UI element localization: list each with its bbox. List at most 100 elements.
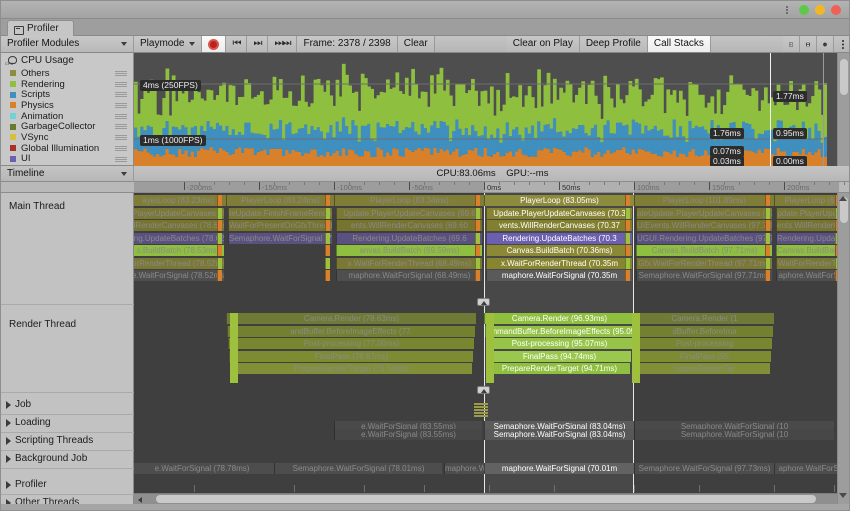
record-button[interactable] (202, 36, 227, 52)
main-thread-sample[interactable]: Canvas.BuildBatch (70.36ms) (486, 245, 632, 256)
main-thread-sample[interactable]: Rendering.UpdateBatches (70.3 (486, 232, 632, 244)
render-thread-sample[interactable]: ommandBuffer.BeforeImageEffects (95.09m (485, 325, 633, 337)
render-thread-sample[interactable]: Post-processing (636, 338, 772, 349)
main-thread-sample[interactable]: x.WaitForRenderThread (68.49ms) (336, 257, 482, 269)
chevron-right-icon[interactable] (6, 480, 11, 489)
tab-profiler[interactable]: Profiler (7, 20, 74, 36)
load-profile-button[interactable] (783, 36, 801, 52)
cpu-series-item-scripts[interactable]: Scripts (1, 89, 133, 100)
timeline-group-background-job[interactable]: Background Job (6, 453, 87, 464)
chevron-right-icon[interactable] (6, 454, 11, 463)
render-thread-sample[interactable]: FinalPass (95 (637, 350, 771, 362)
first-frame-button[interactable]: ⏮ (226, 36, 248, 52)
scroll-down-icon[interactable] (839, 493, 847, 498)
cpu-series-item-garbagecollector[interactable]: GarbageCollector (1, 121, 133, 132)
main-thread-sample[interactable]: Semaphore.WaitForSignal (77.84ms) (228, 232, 332, 244)
chevron-right-icon[interactable] (6, 436, 11, 445)
main-thread-sample[interactable]: llRenderCanvases (78.62m (134, 220, 224, 231)
render-thread-sample[interactable]: Post-processing (77.00ms) (228, 338, 474, 349)
job-sample-block[interactable] (474, 415, 488, 417)
main-thread-sample[interactable]: PlayerLoop (83.24ms) (226, 195, 334, 206)
drag-handle-icon[interactable] (115, 124, 127, 130)
main-thread-sample[interactable]: ents.WillRenderCanvases (69.60 (336, 220, 482, 231)
main-thread-sample[interactable]: ayerLoop (83.23ms) (134, 195, 226, 206)
drag-handle-icon[interactable] (115, 71, 127, 76)
main-thread-sample[interactable]: WaitForRenderTh (776, 257, 839, 269)
main-thread-sample[interactable]: Semaphore.WaitForSignal (97.71ms) (636, 270, 772, 281)
cpu-series-item-others[interactable]: Others (1, 68, 133, 79)
cpu-usage-chart[interactable]: 4ms (250FPS) 1ms (1000FPS) 1.76ms 0.07ms… (134, 53, 839, 166)
main-thread-sample[interactable]: s.BuildBatch (78.53ms) (134, 245, 224, 256)
loading-sample[interactable]: Semaphore.WaitForSignal (83.04ms) (484, 429, 634, 440)
render-thread-sample[interactable]: repareRenderTar (638, 363, 770, 374)
drag-handle-icon[interactable] (115, 81, 127, 87)
job-sample-block[interactable] (474, 403, 488, 405)
main-thread-sample[interactable]: teUpdate.FinishFrameRendering (80.2 (228, 207, 332, 219)
main-thread-sample[interactable]: UIEvents.WillRenderCanvases (97.73ms) (636, 220, 772, 231)
render-thread-sample[interactable]: Camera.Render (78.63ms) (226, 313, 476, 324)
timeline-horizontal-scrollbar[interactable] (134, 493, 839, 504)
chevron-right-icon[interactable] (6, 418, 11, 427)
main-thread-sample[interactable]: vents.WillRenderCanvases (70.37 (486, 220, 632, 231)
profiler-sample[interactable]: e.WaitForSignal (78.78ms) (134, 463, 274, 474)
job-sample-block[interactable] (474, 412, 488, 414)
main-thread-sample[interactable]: ents.WillRenderCa (776, 220, 839, 231)
drag-handle-icon[interactable] (115, 135, 127, 141)
clear-on-play-button[interactable]: Clear on Play (506, 36, 580, 52)
main-thread-sample[interactable]: PlayerLoop (101.89ms) (634, 195, 774, 206)
profiler-sample[interactable]: maphore.WaitForSignal (70.01m (484, 463, 634, 474)
timeline-group-job[interactable]: Job (6, 399, 31, 410)
timeline-view-dropdown[interactable]: Timeline (1, 165, 134, 182)
last-frame-button[interactable]: ⏭⏭ (268, 36, 298, 52)
main-thread-sample[interactable]: PlayerLoop (83.05ms) (484, 195, 634, 206)
timeline-group-scripting-threads[interactable]: Scripting Threads (6, 435, 93, 446)
timeline-resize-handle-main[interactable] (477, 298, 490, 306)
main-thread-sample[interactable]: Canvas.BuildBatch (776, 245, 839, 256)
main-thread-sample[interactable]: aphore.WaitForSi (776, 270, 839, 281)
main-thread-sample[interactable]: Update.PlayerUpdateCanvases (70.3 (486, 207, 632, 219)
next-frame-button[interactable]: ⏭ (247, 36, 269, 52)
job-sample-block[interactable] (474, 406, 488, 408)
render-thread-sample[interactable]: FinalPass (76.67ms) (229, 350, 473, 362)
cpu-series-item-physics[interactable]: Physics (1, 100, 133, 111)
window-menu-icon[interactable] (786, 6, 789, 15)
cpu-series-item-animation[interactable]: Animation (1, 111, 133, 122)
main-thread-sample[interactable]: PlayerUpdateCanvases (78.6 (134, 207, 224, 219)
cpu-series-item-ui[interactable]: UI (1, 153, 133, 164)
cpu-usage-header[interactable]: CPU Usage (1, 53, 133, 68)
timeline-group-loading[interactable]: Loading (6, 417, 51, 428)
timeline-resize-handle-render[interactable] (477, 386, 490, 394)
drag-handle-icon[interactable] (115, 145, 127, 151)
scroll-up-icon[interactable] (839, 196, 847, 201)
main-thread-sample[interactable]: WaitForPresentOnGfxThread (77.96 (228, 220, 332, 231)
timeline-canvas[interactable]: ayerLoop (83.23ms) PlayerUpdateCanvases (… (134, 193, 839, 504)
deep-profile-button[interactable]: Deep Profile (579, 36, 648, 52)
cpu-series-item-rendering[interactable]: Rendering (1, 79, 133, 90)
main-thread-sample[interactable]: maphore.WaitForSignal (70.35m (486, 270, 632, 281)
help-button[interactable]: i (817, 36, 835, 52)
timeline-vertical-scrollbar[interactable] (837, 193, 849, 504)
profiler-sample[interactable]: aphore.WaitForSi (774, 463, 839, 474)
chevron-right-icon[interactable] (6, 498, 11, 504)
timeline-group-profiler[interactable]: Profiler (6, 479, 47, 490)
render-thread-sample[interactable]: PrepareRenderTarget (94.71ms) (488, 363, 630, 374)
drag-handle-icon[interactable] (115, 113, 127, 119)
main-thread-sample[interactable]: Gfx.WaitForRenderThread (97.71ms) (636, 257, 772, 269)
job-sample-block[interactable] (474, 409, 488, 411)
main-thread-sample[interactable]: PlayerLoop (6 (774, 195, 839, 206)
clear-button[interactable]: Clear (397, 36, 435, 52)
drag-handle-icon[interactable] (115, 156, 127, 162)
render-thread-sample[interactable]: andBuffer.BeforeImageEffects (77. (227, 325, 475, 337)
main-thread-sample[interactable]: PlayerLoop (83.34ms) (334, 195, 484, 206)
render-thread-sample[interactable]: FinalPass (94.74ms) (487, 350, 631, 362)
render-thread-sample[interactable]: Camera.Render (96.93ms) (484, 313, 634, 324)
main-thread-sample[interactable]: Rendering.UpdateBatches (69.6 (336, 232, 482, 244)
main-thread-sample[interactable]: ateUpdate.PlayerUpdateCanvases (97.73m (636, 207, 772, 219)
main-thread-sample[interactable]: UGUI.Rendering.UpdateBatches (97.72ms) (636, 232, 772, 244)
loading-sample[interactable]: Semaphore.WaitForSignal (10 (634, 429, 834, 440)
minimize-button[interactable] (815, 5, 825, 15)
maximize-button[interactable] (799, 5, 809, 15)
render-thread-sample[interactable]: PrepareRenderTarget (76.64ms) (230, 363, 472, 374)
main-thread-sample[interactable]: orRenderThread (78.52ms) (134, 257, 224, 269)
render-thread-sample[interactable]: Camera.Render (1 (634, 313, 774, 324)
